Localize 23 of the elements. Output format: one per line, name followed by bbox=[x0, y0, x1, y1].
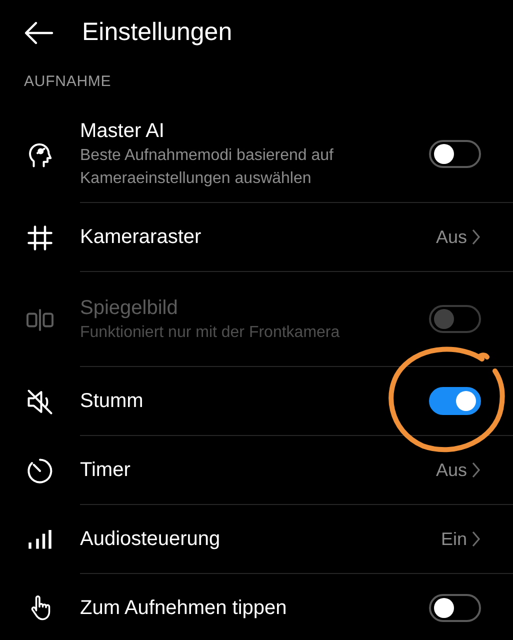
toggle-switch[interactable] bbox=[429, 140, 481, 168]
value-link[interactable]: Ein bbox=[440, 526, 481, 552]
setting-title: Timer bbox=[80, 458, 132, 483]
toggle-switch[interactable] bbox=[429, 387, 481, 415]
value-link[interactable]: Aus bbox=[436, 224, 481, 250]
section-label: AUFNAHME bbox=[24, 73, 112, 90]
value-link[interactable]: Aus bbox=[436, 456, 481, 484]
chevron-right-icon bbox=[471, 461, 481, 479]
setting-title: Master AI bbox=[80, 119, 166, 144]
setting-description: Beste Aufnahmemodi basierend auf Kameraeinstellungen auswählen bbox=[80, 146, 334, 189]
chevron-right-icon bbox=[471, 228, 481, 246]
chevron-right-icon bbox=[471, 530, 481, 548]
setting-title: Stumm bbox=[80, 389, 144, 414]
grid-icon bbox=[25, 222, 55, 252]
setting-title: Audiosteuerung bbox=[80, 527, 222, 552]
mute-icon bbox=[25, 386, 55, 416]
toggle-switch[interactable] bbox=[429, 594, 481, 622]
setting-title: Kameraraster bbox=[80, 225, 202, 250]
setting-title: Zum Aufnehmen tippen bbox=[80, 596, 288, 621]
page-title: Einstellungen bbox=[82, 17, 232, 48]
setting-description: Funktioniert nur mit der Frontkamera bbox=[80, 322, 341, 342]
setting-title: Spiegelbild bbox=[80, 296, 179, 320]
back-icon[interactable] bbox=[24, 21, 54, 45]
